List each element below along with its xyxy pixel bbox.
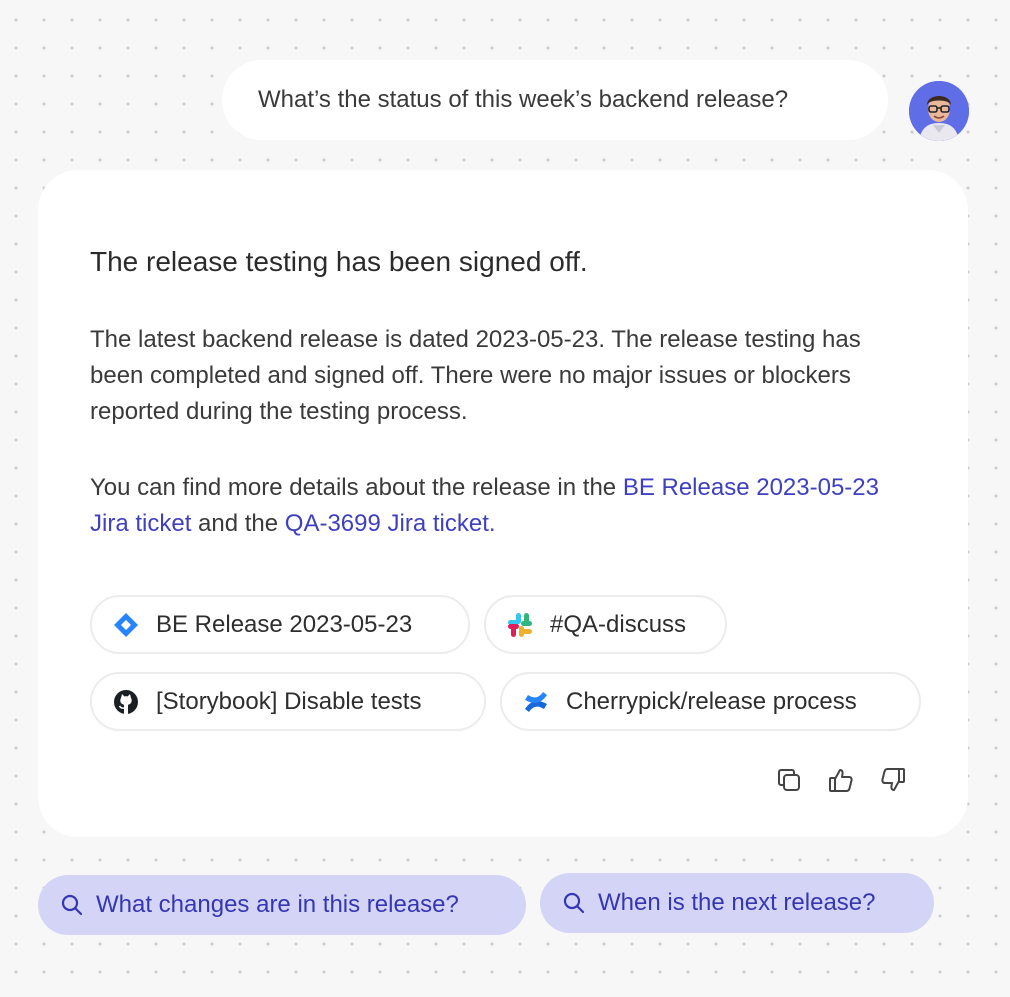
- source-chip-label: [Storybook] Disable tests: [156, 687, 422, 715]
- thumbs-down-button[interactable]: [878, 765, 908, 795]
- jira-icon: [112, 611, 140, 639]
- response-links-paragraph: You can find more details about the rele…: [90, 470, 890, 542]
- source-chip-label: #QA-discuss: [550, 610, 687, 638]
- confluence-icon: [522, 688, 550, 716]
- source-chip-slack[interactable]: #QA-discuss: [484, 595, 727, 654]
- suggestion-changes-button[interactable]: What changes are in this release?: [38, 875, 526, 935]
- source-chip-label: BE Release 2023-05-23: [156, 610, 413, 638]
- source-chip-label: Cherrypick/release process: [566, 687, 857, 715]
- user-message-text: What’s the status of this week’s backend…: [258, 86, 789, 113]
- suggestion-next-release-button[interactable]: When is the next release?: [540, 873, 934, 933]
- thumbs-up-button[interactable]: [826, 765, 856, 795]
- source-chip-confluence[interactable]: Cherrypick/release process: [500, 672, 921, 731]
- response-actions: [774, 765, 908, 795]
- suggestion-label: What changes are in this release?: [96, 891, 459, 918]
- search-icon: [562, 891, 586, 915]
- source-chip-github[interactable]: [Storybook] Disable tests: [90, 672, 486, 731]
- assistant-response-card: The release testing has been signed off.…: [38, 170, 968, 837]
- github-icon: [112, 688, 140, 716]
- response-title: The release testing has been signed off.: [90, 246, 588, 277]
- copy-icon: [778, 769, 800, 791]
- user-avatar-icon: [909, 81, 969, 141]
- copy-button[interactable]: [774, 765, 804, 795]
- qa-3699-jira-link[interactable]: QA-3699 Jira ticket.: [285, 510, 496, 537]
- thumbs-down-icon: [881, 768, 905, 791]
- thumbs-up-icon: [829, 769, 853, 792]
- links-paragraph-prefix: You can find more details about the rele…: [90, 474, 623, 501]
- avatar: [909, 81, 969, 141]
- user-message-bubble: What’s the status of this week’s backend…: [222, 60, 888, 140]
- response-paragraph: The latest backend release is dated 2023…: [90, 326, 861, 425]
- links-paragraph-middle: and the: [191, 510, 285, 537]
- suggestion-label: When is the next release?: [598, 889, 876, 916]
- source-chip-jira[interactable]: BE Release 2023-05-23: [90, 595, 470, 654]
- search-icon: [60, 893, 84, 917]
- slack-icon: [506, 611, 534, 639]
